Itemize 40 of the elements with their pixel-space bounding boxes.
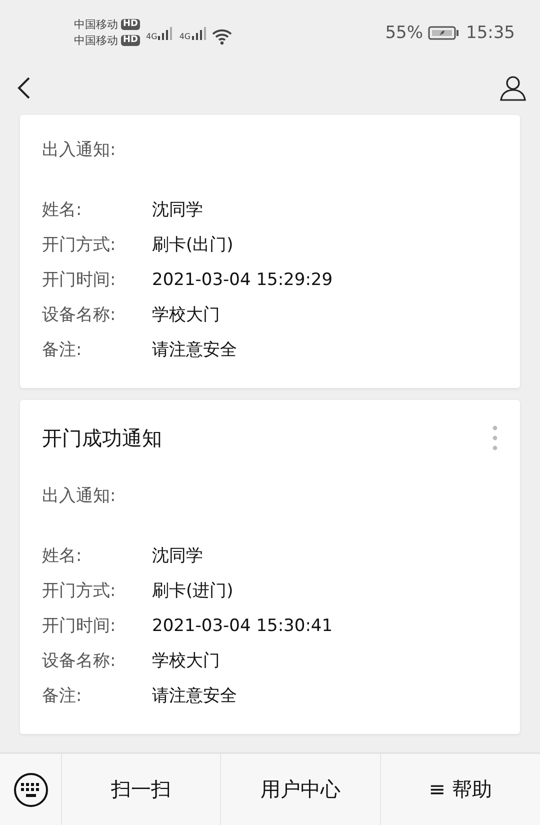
field-label: 开门时间: (42, 269, 117, 292)
field-label: 姓名: (42, 199, 83, 222)
field-value: 刷卡(进门) (152, 580, 234, 603)
field-value: 2021-03-04 15:30:41 (152, 615, 333, 638)
carrier-name: 中国移动 (74, 33, 118, 48)
field-label: 姓名: (42, 545, 83, 568)
field-value: 请注意安全 (152, 685, 237, 708)
field-label: 备注: (42, 685, 83, 708)
field-value: 沈同学 (152, 545, 203, 568)
network-type: 4G (146, 32, 158, 41)
user-icon[interactable] (500, 74, 526, 100)
signal-icon (190, 24, 207, 40)
hd-badge: HD (121, 35, 140, 46)
battery-icon (428, 24, 460, 40)
field-value: 请注意安全 (152, 339, 237, 362)
field-label: 备注: (42, 339, 83, 362)
signal-icon (157, 24, 174, 40)
carrier-name: 中国移动 (74, 17, 118, 32)
notice-heading: 出入通知: (42, 485, 117, 508)
field-value: 学校大门 (152, 304, 220, 327)
notice-heading: 出入通知: (42, 139, 117, 162)
field-value: 学校大门 (152, 650, 220, 673)
clock-time: 15:35 (466, 22, 515, 42)
network-type: 4G (179, 32, 191, 41)
field-label: 设备名称: (42, 304, 117, 327)
menu-button[interactable]: 用户中心 (221, 754, 381, 825)
menu-button[interactable]: ≡ 帮助 (380, 754, 540, 825)
field-value: 2021-03-04 15:29:29 (152, 269, 333, 292)
menu-button[interactable]: 扫一扫 (62, 754, 222, 825)
field-label: 设备名称: (42, 650, 117, 673)
field-value: 沈同学 (152, 199, 203, 222)
field-value: 刷卡(出门) (152, 234, 234, 257)
keyboard-icon[interactable] (12, 772, 48, 808)
field-label: 开门方式: (42, 234, 117, 257)
hd-badge: HD (121, 19, 140, 30)
field-label: 开门时间: (42, 615, 117, 638)
battery-percent: 55% (385, 22, 423, 42)
card-title: 开门成功通知 (42, 425, 162, 452)
field-label: 开门方式: (42, 580, 117, 603)
wifi-icon (210, 26, 233, 44)
